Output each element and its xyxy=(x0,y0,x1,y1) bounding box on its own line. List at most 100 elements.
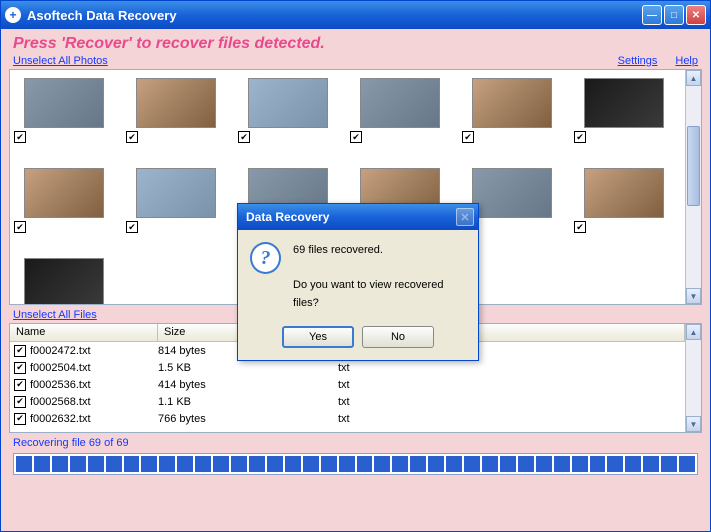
progress-segment xyxy=(267,456,283,472)
progress-segment xyxy=(249,456,265,472)
close-button[interactable]: ✕ xyxy=(686,5,706,25)
scroll-thumb[interactable] xyxy=(687,126,700,206)
thumb-image[interactable] xyxy=(136,168,216,218)
file-checkbox[interactable]: ✔ xyxy=(14,362,26,374)
thumb-image[interactable] xyxy=(472,78,552,128)
progress-segment xyxy=(392,456,408,472)
progress-segment xyxy=(52,456,68,472)
scroll-track[interactable] xyxy=(686,340,701,416)
file-checkbox[interactable]: ✔ xyxy=(14,345,26,357)
photo-scrollbar[interactable]: ▲ ▼ xyxy=(685,70,701,304)
thumb-checkbox[interactable]: ✔ xyxy=(574,131,586,143)
scroll-up-icon[interactable]: ▲ xyxy=(686,70,701,86)
status-text: Recovering file 69 of 69 xyxy=(9,433,702,451)
progress-segment xyxy=(34,456,50,472)
thumb-checkbox[interactable]: ✔ xyxy=(238,131,250,143)
scroll-down-icon[interactable]: ▼ xyxy=(686,416,701,432)
file-scrollbar[interactable]: ▲ ▼ xyxy=(685,324,701,432)
col-name[interactable]: Name xyxy=(10,324,158,341)
progress-segment xyxy=(679,456,695,472)
col-rest xyxy=(478,324,685,341)
photo-thumb[interactable]: ✔ xyxy=(462,78,554,150)
file-checkbox[interactable]: ✔ xyxy=(14,396,26,408)
dialog-line2: Do you want to view recovered files? xyxy=(293,277,466,312)
help-link[interactable]: Help xyxy=(675,55,698,67)
progress-segment xyxy=(177,456,193,472)
thumb-image[interactable] xyxy=(248,78,328,128)
file-name: f0002504.txt xyxy=(30,362,158,374)
progress-segment xyxy=(554,456,570,472)
minimize-button[interactable]: — xyxy=(642,5,662,25)
thumb-image[interactable] xyxy=(24,168,104,218)
file-name: f0002632.txt xyxy=(30,413,158,425)
thumb-image[interactable] xyxy=(584,168,664,218)
scroll-track[interactable] xyxy=(686,86,701,288)
progress-segment xyxy=(590,456,606,472)
thumb-image[interactable] xyxy=(360,78,440,128)
progress-segment xyxy=(536,456,552,472)
file-size: 1.1 KB xyxy=(158,396,338,408)
settings-link[interactable]: Settings xyxy=(618,55,658,67)
photo-thumb[interactable]: ✔ xyxy=(238,78,330,150)
titlebar: + Asoftech Data Recovery — □ ✕ xyxy=(1,1,710,29)
no-button[interactable]: No xyxy=(362,326,434,348)
photo-thumb[interactable]: ✔ xyxy=(14,258,106,304)
file-name: f0002568.txt xyxy=(30,396,158,408)
file-ext: txt xyxy=(338,413,478,425)
window-title: Asoftech Data Recovery xyxy=(27,8,642,23)
thumb-checkbox[interactable]: ✔ xyxy=(14,221,26,233)
progress-segment xyxy=(88,456,104,472)
app-icon: + xyxy=(5,7,21,23)
progress-segment xyxy=(374,456,390,472)
unselect-photos-link[interactable]: Unselect All Photos xyxy=(13,55,108,67)
thumb-image[interactable] xyxy=(24,78,104,128)
thumb-image[interactable] xyxy=(24,258,104,304)
progress-segment xyxy=(285,456,301,472)
file-checkbox[interactable]: ✔ xyxy=(14,413,26,425)
photo-thumb[interactable]: ✔ xyxy=(126,78,218,150)
thumb-checkbox[interactable]: ✔ xyxy=(14,131,26,143)
progress-segment xyxy=(500,456,516,472)
photo-thumb[interactable]: ✔ xyxy=(574,168,666,240)
photo-thumb[interactable]: ✔ xyxy=(14,168,106,240)
thumb-image[interactable] xyxy=(472,168,552,218)
progress-segment xyxy=(339,456,355,472)
file-row[interactable]: ✔f0002568.txt1.1 KBtxt xyxy=(10,393,685,410)
scroll-up-icon[interactable]: ▲ xyxy=(686,324,701,340)
dialog-line1: 69 files recovered. xyxy=(293,242,466,260)
progress-segment xyxy=(482,456,498,472)
photo-thumb[interactable]: ✔ xyxy=(126,168,218,240)
file-ext: txt xyxy=(338,379,478,391)
dialog-close-button[interactable]: ✕ xyxy=(456,208,474,226)
thumb-checkbox[interactable]: ✔ xyxy=(574,221,586,233)
thumb-checkbox[interactable]: ✔ xyxy=(462,131,474,143)
progress-segment xyxy=(464,456,480,472)
progress-segment xyxy=(106,456,122,472)
progress-segment xyxy=(124,456,140,472)
unselect-files-link[interactable]: Unselect All Files xyxy=(13,309,97,321)
thumb-checkbox[interactable]: ✔ xyxy=(126,131,138,143)
file-row[interactable]: ✔ f0002632.txt766 bytestxt xyxy=(10,410,685,427)
photo-thumb[interactable]: ✔ xyxy=(350,78,442,150)
question-icon: ? xyxy=(250,242,281,274)
file-row[interactable]: ✔f0002504.txt1.5 KBtxt xyxy=(10,359,685,376)
photo-thumb[interactable]: ✔ xyxy=(574,78,666,150)
scroll-down-icon[interactable]: ▼ xyxy=(686,288,701,304)
progress-segment xyxy=(518,456,534,472)
thumb-image[interactable] xyxy=(136,78,216,128)
file-row[interactable]: ✔f0002536.txt414 bytestxt xyxy=(10,376,685,393)
thumb-checkbox[interactable]: ✔ xyxy=(126,221,138,233)
thumb-checkbox[interactable]: ✔ xyxy=(350,131,362,143)
maximize-button[interactable]: □ xyxy=(664,5,684,25)
progress-segment xyxy=(159,456,175,472)
yes-button[interactable]: Yes xyxy=(282,326,354,348)
file-size: 766 bytes xyxy=(158,413,338,425)
progress-segment xyxy=(195,456,211,472)
progress-segment xyxy=(321,456,337,472)
thumb-image[interactable] xyxy=(584,78,664,128)
app-window: + Asoftech Data Recovery — □ ✕ Press 'Re… xyxy=(0,0,711,532)
photo-thumb[interactable]: ✔ xyxy=(14,78,106,150)
progress-segment xyxy=(231,456,247,472)
progress-segment xyxy=(625,456,641,472)
file-checkbox[interactable]: ✔ xyxy=(14,379,26,391)
